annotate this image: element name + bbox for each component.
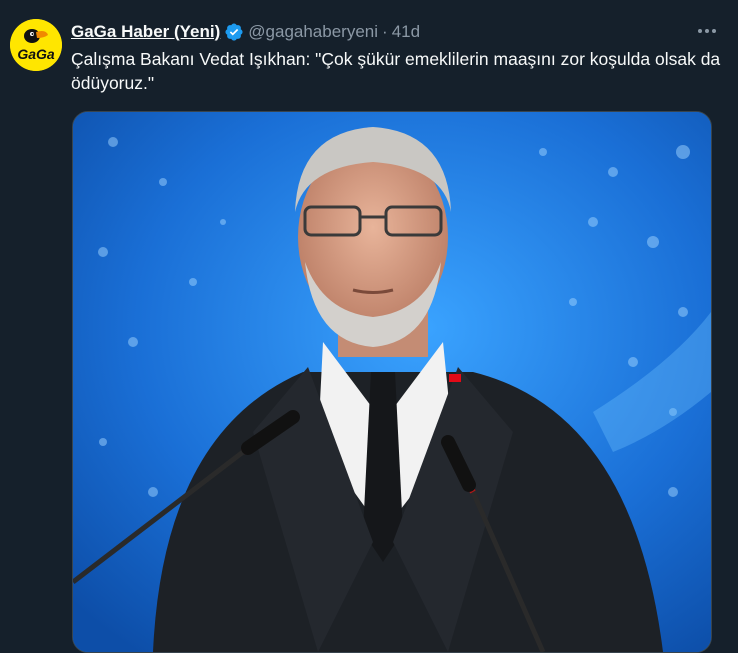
- author-handle[interactable]: @gagahaberyeni: [248, 22, 378, 42]
- verified-badge-icon[interactable]: [224, 22, 244, 42]
- avatar[interactable]: GaGa: [10, 19, 62, 71]
- author-name[interactable]: GaGa Haber (Yeni): [71, 22, 220, 42]
- tweet-header: GaGa Haber (Yeni) @gagahaberyeni · 41d: [71, 20, 420, 44]
- tweet-time[interactable]: 41d: [392, 22, 420, 42]
- gaga-logo-icon: GaGa: [10, 19, 62, 71]
- tweet-media-image[interactable]: [72, 111, 712, 653]
- photo-illustration: [73, 112, 711, 652]
- tweet[interactable]: GaGa GaGa Haber (Yeni) @gagahaberyeni · …: [0, 0, 738, 653]
- separator-dot: ·: [382, 22, 388, 41]
- more-options-icon[interactable]: [690, 19, 724, 43]
- tweet-text: Çalışma Bakanı Vedat Işıkhan: "Çok şükür…: [71, 49, 721, 93]
- svg-text:GaGa: GaGa: [17, 46, 55, 62]
